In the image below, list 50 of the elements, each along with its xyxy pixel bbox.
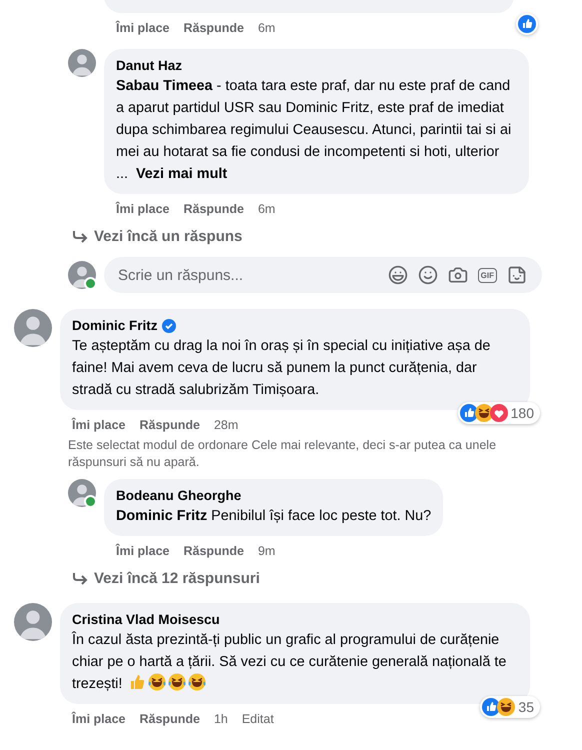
comment-time: 1h (214, 712, 228, 726)
comment-time: 28m (214, 418, 238, 432)
reply-link[interactable]: Răspunde (140, 418, 200, 432)
reply-link[interactable]: Răspunde (184, 202, 244, 216)
reply-arrow-icon (72, 572, 88, 586)
comment-text: Sabau Timeea - toata tara este praf, dar nu este praf de cand a aparut partidul USR sau Dominic Fritz, este praf de imediat dupa schimbarea regimului Ceausescu. Atunci, parintii tai si ai mei au hotarat sa fie condusi de incompetenti si hoti, ulterior ... Vezi mai mult (116, 77, 512, 184)
reaction-count: 35 (518, 699, 535, 715)
reactions-badge[interactable]: 180 (458, 402, 540, 424)
see-more-link[interactable]: Vezi mai mult (136, 166, 228, 182)
comment-text: În cazul ăsta prezintă-ți public un grafic al programului de curățenie chiar pe o hartă a țării. Să vezi cu ce curătenie generală națională te trezești! (72, 630, 508, 694)
like-link[interactable]: Îmi place (116, 544, 170, 558)
more-replies-link[interactable]: Vezi încă un răspuns (72, 228, 582, 245)
thumbs-up-icon (128, 673, 146, 691)
reactions-badge[interactable]: 35 (480, 696, 540, 718)
like-reaction-icon (460, 404, 478, 422)
avatar[interactable] (68, 49, 96, 77)
comment-time: 6m (258, 21, 276, 35)
author-name[interactable]: Cristina Vlad Moisescu (72, 611, 220, 629)
sort-notice: Este selectat modul de ordonare Cele mai relevante, deci s-ar putea ca unele răspunsuri să nu apară. (67, 437, 498, 471)
comment-time: 9m (258, 544, 276, 558)
laughing-emoji-icon (188, 673, 206, 691)
author-name[interactable]: Bodeanu Gheorghe (116, 487, 242, 505)
like-reaction-icon (518, 15, 536, 33)
like-link[interactable]: Îmi place (116, 202, 170, 216)
edited-label: Editat (242, 712, 274, 726)
avatar[interactable] (68, 261, 96, 289)
author-name[interactable]: Dominic Fritz (72, 317, 158, 335)
laughing-reaction-icon (474, 404, 493, 422)
reply-link[interactable]: Răspunde (184, 544, 244, 558)
reply-arrow-icon (72, 230, 88, 244)
heart-reaction-icon (490, 404, 508, 422)
avatar[interactable] (14, 309, 52, 347)
like-link[interactable]: Îmi place (72, 418, 126, 432)
reply-link[interactable]: Răspunde (140, 712, 200, 726)
like-link[interactable]: Îmi place (72, 712, 126, 726)
like-link[interactable]: Îmi place (116, 21, 170, 35)
comment-text: Te așteptăm cu drag la noi în oraș și în special cu inițiative așa de faine! Mai avem ceva de lucru să punem la punct curățenia, dar stradă cu stradă salubrizăm Timișoara. (72, 337, 492, 400)
avatar[interactable] (68, 479, 96, 507)
reactions-badge[interactable] (516, 13, 538, 35)
comment-time: 6m (258, 202, 276, 216)
avatar[interactable] (14, 603, 52, 641)
more-replies-link[interactable]: Vezi încă 12 răspunsuri (72, 570, 582, 587)
reply-link[interactable]: Răspunde (184, 21, 244, 35)
reply-input-field[interactable]: Scrie un răspuns... GIF (104, 257, 542, 293)
laughing-emoji-icon (148, 673, 166, 691)
comment-text: Dominic Fritz Penibilul își face loc peste tot. Nu? (116, 507, 432, 526)
author-name[interactable]: Danut Haz (116, 57, 182, 75)
reaction-count: 180 (510, 405, 535, 421)
laughing-reaction-icon (497, 698, 516, 716)
laughing-emoji-icon (168, 673, 186, 691)
